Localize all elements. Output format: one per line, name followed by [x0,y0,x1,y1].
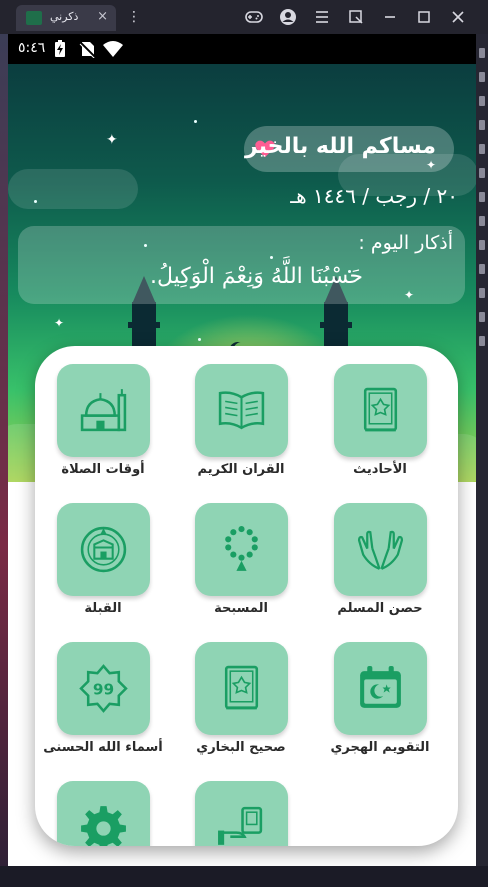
toolbar-tool-icon[interactable] [479,120,485,130]
menu-item-label: الأحاديث [353,462,407,477]
menu-item-label: القران الكريم [197,462,285,477]
menu-item-reading[interactable] [181,781,301,846]
menu-item-tile[interactable] [334,503,427,596]
menu-item-tile[interactable]: 99 [57,642,150,735]
menu-item-qibla[interactable]: القبلة [43,503,163,633]
calendar-crescent-icon [360,666,401,708]
toolbar-tool-icon[interactable] [479,216,485,226]
menu-item-label: القبلة [84,601,122,616]
sparkle-icon: ✦ [54,316,65,330]
menu-item-prayer-times[interactable]: أوقات الصلاة [43,364,163,494]
hijri-date: ٢٠ / رجب / ١٤٤٦ هـ [290,184,458,208]
gamepad-icon[interactable] [244,7,264,27]
battery-charging-icon [55,40,65,57]
toolbar-tool-icon[interactable] [479,192,485,202]
menu-icon[interactable] [312,7,332,27]
toolbar-tool-icon[interactable] [479,72,485,82]
account-icon[interactable] [278,7,298,27]
sparkle-icon: ✦ [106,132,118,148]
menu-item-hisn-muslim[interactable]: حصن المسلم [320,503,440,633]
toolbar-tool-icon[interactable] [479,288,485,298]
menu-item-asma-ul-husna[interactable]: 99 أسماء الله الحسنى [43,642,163,772]
menu-item-tile[interactable] [195,503,288,596]
toolbar-tool-icon[interactable] [479,168,485,178]
menu-item-hadith[interactable]: الأحاديث [320,364,440,494]
star-dot [198,338,201,341]
external-window-icon[interactable] [346,7,366,27]
azkar-title: أذكار اليوم : [358,232,453,254]
star-dot [194,120,197,123]
open-book-icon [218,391,265,430]
menu-item-label: أسماء الله الحسنى [43,740,163,755]
svg-text:99: 99 [93,681,114,699]
menu-item-quran[interactable]: القران الكريم [181,364,301,494]
desktop-background [0,34,8,887]
menu-item-tile[interactable] [195,642,288,735]
main-menu-grid: الأحاديث القران الكريم أوقات الصلاة حصن … [35,346,458,846]
app-tab[interactable]: ذكرني × [16,5,116,31]
maximize-icon[interactable] [414,7,434,27]
menu-item-tile[interactable] [195,364,288,457]
menu-item-tasbih[interactable]: المسبحة [181,503,301,633]
hand-book-icon [218,806,263,845]
menu-item-tile[interactable] [57,781,150,846]
menu-item-tile[interactable] [195,781,288,846]
quran-book-icon [363,387,398,432]
praying-hands-icon [357,530,404,570]
menu-item-label: المسبحة [214,601,268,616]
toolbar-tool-icon[interactable] [479,96,485,106]
toolbar-tool-icon[interactable] [479,336,485,346]
phone-screen: ٥:٤٦ ✦ ✦ ✦ ✦ مساكم الله بالخير ٢٠ / رجب … [8,34,476,866]
book-star-icon [224,665,259,710]
settings-gear-icon [81,806,126,846]
emulator-bottom-bar [0,866,488,887]
daily-azkar-card[interactable]: أذكار اليوم : حَسْبُنَا اللَّهُ وَنِعْمَ… [18,226,465,304]
wifi-icon [103,41,123,57]
emulator-side-toolbar [476,34,488,887]
menu-item-tile[interactable] [57,503,150,596]
menu-item-tile[interactable] [57,364,150,457]
menu-item-settings[interactable] [43,781,163,846]
names-99-icon: 99 [79,664,128,713]
status-time: ٥:٤٦ [18,40,46,56]
toolbar-tool-icon[interactable] [479,48,485,58]
prayer-beads-icon [225,526,258,571]
app-tab-icon [26,11,42,25]
minimize-icon[interactable] [380,7,400,27]
greeting-text: مساكم الله بالخير [244,134,436,159]
toolbar-tool-icon[interactable] [479,312,485,322]
no-sim-icon [79,41,96,58]
mosque-icon [80,389,127,432]
emulator-title-bar: ذكرني × ⋮ [0,0,488,34]
greeting-pill: مساكم الله بالخير [244,126,454,172]
tab-title: ذكرني [50,10,79,23]
menu-item-tile[interactable] [334,364,427,457]
toolbar-tool-icon[interactable] [479,144,485,154]
menu-item-sahih-bukhari[interactable]: صحيح البخاري [181,642,301,772]
menu-item-tile[interactable] [334,642,427,735]
cloud-decoration [8,169,138,209]
menu-item-label: صحيح البخاري [196,740,286,755]
more-menu-button[interactable]: ⋮ [124,7,144,27]
tab-close-button[interactable]: × [97,9,108,24]
kaaba-compass-icon [80,526,127,573]
star-dot [34,200,37,203]
toolbar-tool-icon[interactable] [479,240,485,250]
azkar-text: حَسْبُنَا اللَّهُ وَنِعْمَ الْوَكِيلُ. [149,264,363,289]
toolbar-tool-icon[interactable] [479,264,485,274]
menu-item-label: التقويم الهجري [330,740,430,755]
status-bar: ٥:٤٦ [8,34,476,64]
menu-item-label: أوقات الصلاة [61,462,145,477]
close-window-icon[interactable] [448,7,468,27]
menu-item-hijri-calendar[interactable]: التقويم الهجري [320,642,440,772]
menu-item-label: حصن المسلم [337,601,423,616]
